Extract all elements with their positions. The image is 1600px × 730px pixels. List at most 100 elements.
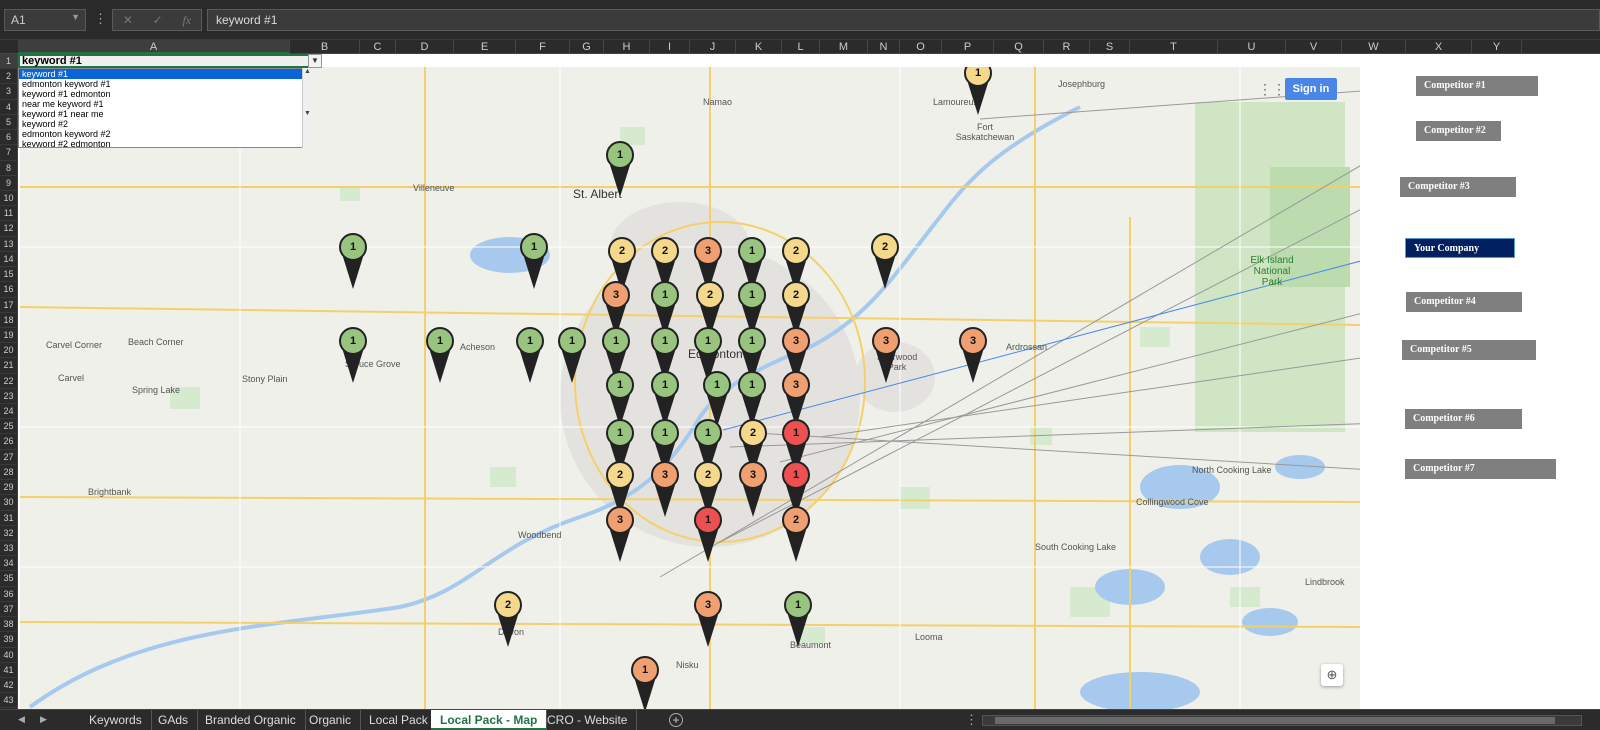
dropdown-option[interactable]: keyword #1 edmonton [19, 89, 303, 99]
row-header[interactable]: 36 [0, 587, 17, 602]
column-header[interactable]: N [868, 40, 900, 54]
row-header[interactable]: 30 [0, 495, 17, 511]
cancel-icon[interactable]: ✕ [123, 13, 133, 27]
row-header[interactable]: 26 [0, 434, 17, 450]
row-header[interactable]: 40 [0, 648, 17, 663]
row-header[interactable]: 12 [0, 221, 17, 237]
column-header[interactable]: C [360, 40, 396, 54]
cell-a1[interactable]: keyword #1 ▼ [18, 54, 322, 68]
row-header[interactable]: 8 [0, 161, 17, 176]
row-header[interactable]: 28 [0, 465, 17, 481]
column-header[interactable]: H [604, 40, 650, 54]
map-pin[interactable]: 1 [606, 141, 634, 197]
map-pin[interactable]: 1 [784, 591, 812, 647]
dropdown-option[interactable]: edmonton keyword #2 [19, 129, 303, 139]
row-header[interactable]: 43 [0, 693, 17, 709]
column-header[interactable]: R [1044, 40, 1090, 54]
sheet-tab[interactable]: Local Pack - Map [431, 710, 548, 730]
sign-in-button[interactable]: Sign in [1285, 78, 1337, 100]
prev-sheet-icon[interactable]: ◀ [18, 714, 25, 725]
horizontal-scrollbar[interactable] [982, 715, 1582, 726]
row-header[interactable]: 20 [0, 343, 17, 359]
sheet-tab[interactable]: GAds [149, 710, 199, 730]
insert-function-icon[interactable]: fx [182, 13, 191, 28]
sheet-tab[interactable]: CRO - Website [538, 710, 638, 730]
row-header[interactable]: 1 [0, 54, 17, 70]
chevron-down-icon[interactable]: ▼ [71, 12, 80, 22]
column-header[interactable]: A [18, 40, 290, 54]
column-header[interactable]: E [454, 40, 516, 54]
map-pin[interactable]: 1 [520, 233, 548, 289]
column-header[interactable]: O [900, 40, 942, 54]
row-header[interactable]: 5 [0, 115, 17, 131]
map-pin[interactable]: 3 [651, 461, 679, 517]
row-header[interactable]: 4 [0, 100, 17, 115]
sheet-tab[interactable]: Local Pack [360, 710, 438, 730]
dropdown-option[interactable]: keyword #2 [19, 119, 303, 129]
row-header[interactable]: 27 [0, 450, 17, 465]
column-header[interactable]: L [782, 40, 820, 54]
more-options-icon[interactable]: ⋮ [94, 11, 107, 27]
more-options-icon[interactable]: ⋮ [965, 712, 978, 728]
row-header[interactable]: 24 [0, 404, 17, 420]
map-pin[interactable]: 1 [339, 233, 367, 289]
map-pin[interactable]: 3 [959, 327, 987, 383]
map-pin[interactable]: 2 [871, 233, 899, 289]
row-header[interactable]: 9 [0, 176, 17, 191]
row-header[interactable]: 18 [0, 313, 17, 328]
map-pin[interactable]: 1 [694, 506, 722, 562]
map-pin[interactable]: 3 [872, 327, 900, 383]
row-header[interactable]: 13 [0, 237, 17, 252]
row-header[interactable]: 41 [0, 663, 17, 678]
column-header[interactable]: U [1218, 40, 1286, 54]
row-header[interactable]: 31 [0, 511, 17, 526]
row-header[interactable]: 25 [0, 419, 17, 435]
map-pin[interactable]: 2 [782, 506, 810, 562]
row-header[interactable]: 15 [0, 267, 17, 283]
add-sheet-icon[interactable]: + [669, 713, 683, 727]
map-pin[interactable]: 3 [606, 506, 634, 562]
row-header[interactable]: 3 [0, 84, 17, 100]
row-header[interactable]: 11 [0, 206, 17, 222]
row-header[interactable]: 22 [0, 374, 17, 389]
column-header[interactable]: W [1342, 40, 1406, 54]
dropdown-option[interactable]: edmonton keyword #1 [19, 79, 303, 89]
map-pin[interactable]: 1 [631, 656, 659, 709]
sheet-tab[interactable]: Organic [300, 710, 362, 730]
column-header[interactable]: F [516, 40, 570, 54]
column-header[interactable]: D [396, 40, 454, 54]
column-header[interactable]: T [1130, 40, 1218, 54]
worksheet[interactable]: Josephburg Lamoureux Fort Saskatchewan Nama… [18, 54, 1600, 709]
row-header[interactable]: 42 [0, 678, 17, 694]
column-header[interactable]: Q [994, 40, 1044, 54]
enter-icon[interactable]: ✓ [153, 13, 163, 27]
row-header[interactable]: 33 [0, 541, 17, 557]
map-pin[interactable]: 2 [494, 591, 522, 647]
row-header[interactable]: 21 [0, 358, 17, 374]
next-sheet-icon[interactable]: ▶ [40, 714, 47, 725]
row-header[interactable]: 7 [0, 145, 17, 161]
column-header[interactable]: X [1406, 40, 1472, 54]
column-header[interactable]: M [820, 40, 868, 54]
row-header[interactable]: 32 [0, 526, 17, 541]
row-header[interactable]: 2 [0, 69, 17, 85]
dropdown-option[interactable]: near me keyword #1 [19, 99, 303, 109]
column-header[interactable]: Y [1472, 40, 1522, 54]
map-pin[interactable]: 1 [964, 67, 992, 115]
dropdown-arrow-icon[interactable]: ▼ [308, 54, 322, 68]
map-pin[interactable]: 1 [426, 327, 454, 383]
row-header[interactable]: 37 [0, 602, 17, 618]
column-header[interactable]: K [736, 40, 782, 54]
row-header[interactable]: 39 [0, 632, 17, 648]
row-header[interactable]: 6 [0, 130, 17, 146]
column-header[interactable]: I [650, 40, 690, 54]
formula-input[interactable]: keyword #1 [207, 9, 1600, 31]
row-header[interactable]: 35 [0, 571, 17, 587]
row-header[interactable]: 19 [0, 328, 17, 344]
globe-icon[interactable]: ⊕ [1321, 664, 1343, 686]
dropdown-option[interactable]: keyword #1 [19, 69, 303, 79]
dropdown-option[interactable]: keyword #2 edmonton [19, 139, 303, 147]
row-header[interactable]: 10 [0, 191, 17, 207]
row-header[interactable]: 14 [0, 252, 17, 268]
column-header[interactable]: V [1286, 40, 1342, 54]
